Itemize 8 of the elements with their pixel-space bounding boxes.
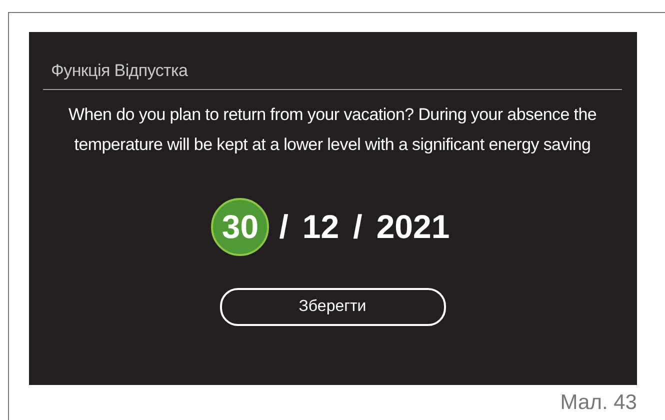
screen-title: Функція Відпустка: [43, 58, 622, 90]
date-separator: /: [279, 206, 288, 247]
message-text: When do you plan to return from your vacation? During your absence the temperature will be kept at a lower level with a significant energy saving: [67, 104, 598, 156]
date-separator: /: [353, 206, 362, 247]
figure-caption: Мал. 43: [559, 390, 637, 416]
date-field[interactable]: 2021: [372, 202, 454, 251]
save-button[interactable]: Зберегти: [220, 288, 446, 326]
date-field[interactable]: 12: [298, 202, 344, 251]
